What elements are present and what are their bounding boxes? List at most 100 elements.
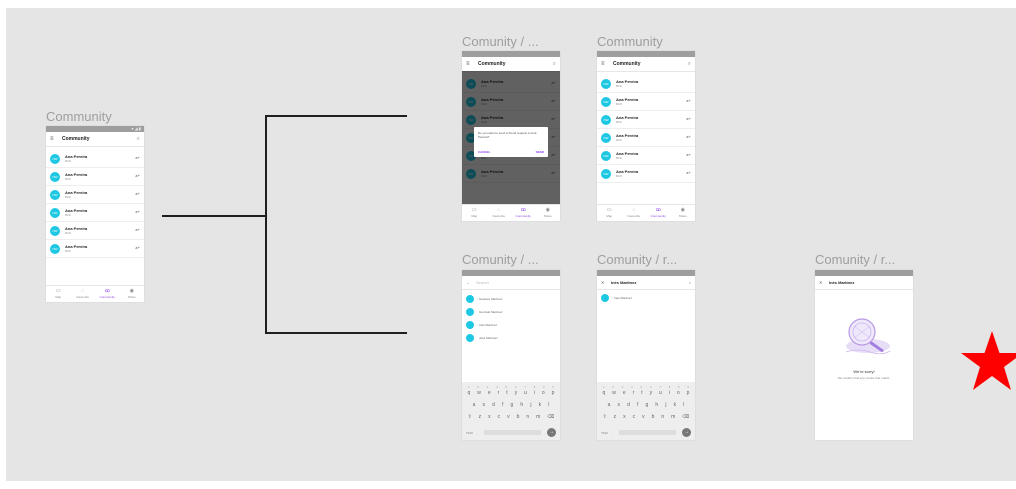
add-friend-icon[interactable]: ᵃ⁺ (687, 135, 692, 141)
key[interactable]: 0 (687, 385, 689, 389)
key[interactable]: i (669, 390, 670, 396)
key[interactable]: o (542, 390, 545, 396)
cancel-button[interactable]: CANCEL (478, 150, 491, 154)
key[interactable]: g (511, 402, 514, 408)
frame-community-list[interactable]: ▾ ◢ ▮ ≡ Community ⌕ NW Ana Pereira Birth ᵃ⁺… (46, 126, 144, 302)
key[interactable]: 4 (631, 385, 633, 389)
nav-item-favourite[interactable]: ◌ Favourite (487, 205, 512, 221)
frame-title[interactable]: Community (597, 34, 663, 49)
key[interactable]: q (467, 390, 470, 396)
key[interactable]: p (552, 390, 555, 396)
back-arrow-icon[interactable]: ← (466, 280, 476, 285)
keyboard[interactable]: 1 2 3 4 5 6 7 8 9 0 q w e rt yu i o p as d f gh j kl ⇧ z x c v b n m… (462, 382, 560, 440)
key[interactable]: 5 (505, 385, 507, 389)
nav-item-community[interactable]: ꝏ Community (646, 205, 671, 221)
comma-key[interactable]: , (477, 431, 478, 435)
search-icon[interactable]: ⌕ (688, 61, 691, 68)
frame-no-results[interactable]: ✕ Inés Martinez We're sorry! We couldn't… (815, 270, 913, 440)
frame-friend-request-dialog[interactable]: ≡ Community ⌕ NWAna PereiraBirthᵃ⁺ NWAna… (462, 51, 560, 221)
backspace-key[interactable]: ⌫ (547, 414, 554, 420)
key[interactable]: k (539, 402, 542, 408)
key[interactable]: 2 (612, 385, 614, 389)
search-icon[interactable]: ⌕ (689, 280, 691, 285)
key[interactable]: z (479, 414, 482, 420)
key[interactable]: 9 (678, 385, 680, 389)
search-bar[interactable]: ← Search (462, 276, 560, 290)
key[interactable]: w (612, 390, 616, 396)
key[interactable]: s (482, 402, 485, 408)
key[interactable]: 7 (524, 385, 526, 389)
key[interactable]: t (506, 390, 507, 396)
key[interactable]: e (623, 390, 626, 396)
key[interactable]: a (473, 402, 476, 408)
key[interactable]: j (665, 402, 666, 408)
search-bar[interactable]: ✕ Inés Martinez ⌕ (597, 276, 695, 290)
key[interactable]: 8 (534, 385, 536, 389)
enter-key[interactable]: → (682, 428, 691, 437)
key[interactable]: h (655, 402, 658, 408)
key[interactable]: x (623, 414, 626, 420)
enter-key[interactable]: → (547, 428, 556, 437)
frame-title[interactable]: Comunity / r... (597, 252, 677, 267)
key[interactable]: v (507, 414, 510, 420)
key[interactable]: 7 (659, 385, 661, 389)
nav-item-favourite[interactable]: ◌ Favourite (71, 286, 96, 302)
list-item[interactable]: Gonzalo Martinez (462, 305, 560, 318)
key[interactable]: 4 (496, 385, 498, 389)
add-friend-icon[interactable]: ᵃ⁺ (687, 153, 692, 159)
frame-title[interactable]: Comunity / r... (815, 252, 895, 267)
list-item[interactable]: José Martinez (462, 331, 560, 344)
nav-item-map[interactable]: ▭ Map (597, 205, 622, 221)
key[interactable]: r (633, 390, 635, 396)
key[interactable]: i (534, 390, 535, 396)
key[interactable]: 9 (543, 385, 545, 389)
add-friend-icon[interactable]: ᵃ⁺ (687, 171, 692, 177)
list-item[interactable]: Inés Martinez (462, 318, 560, 331)
key[interactable]: b (517, 414, 520, 420)
search-input[interactable]: Inés Martinez (829, 280, 909, 285)
frame-search-result[interactable]: ✕ Inés Martinez ⌕ Inés Martinez 1 2 3 4 5 6 7 8… (597, 270, 695, 440)
add-friend-icon[interactable]: ᵃ⁺ (136, 192, 141, 198)
nav-item-favourite[interactable]: ◌ Favourite (622, 205, 647, 221)
key[interactable]: 1 (603, 385, 605, 389)
list-item[interactable]: Gustavo Martinez (462, 292, 560, 305)
key[interactable]: y (650, 390, 653, 396)
frame-title[interactable]: Comunity / ... (462, 34, 539, 49)
backspace-key[interactable]: ⌫ (682, 414, 689, 420)
key[interactable]: t (641, 390, 642, 396)
key[interactable]: 6 (515, 385, 517, 389)
key[interactable]: n (661, 414, 664, 420)
space-key[interactable] (483, 430, 541, 435)
add-friend-icon[interactable]: ᵃ⁺ (136, 246, 141, 252)
list-item[interactable]: NWAna PereiraBirthᵃ⁺ (46, 222, 144, 240)
key[interactable]: 1 (468, 385, 470, 389)
nav-item-community[interactable]: ꝏ Community (95, 286, 120, 302)
space-key[interactable] (618, 430, 676, 435)
close-icon[interactable]: ✕ (601, 280, 611, 285)
key[interactable]: k (674, 402, 677, 408)
key[interactable]: d (627, 402, 630, 408)
add-friend-icon[interactable]: ᵃ⁺ (136, 174, 141, 180)
add-friend-icon[interactable]: ᵃ⁺ (136, 210, 141, 216)
key[interactable]: n (526, 414, 529, 420)
menu-icon[interactable]: ≡ (50, 136, 62, 142)
shift-key[interactable]: ⇧ (467, 414, 471, 420)
key[interactable]: p (687, 390, 690, 396)
add-friend-icon[interactable]: ᵃ⁺ (136, 156, 141, 162)
nav-item-share[interactable]: ◉ Share (120, 286, 145, 302)
key[interactable]: m (671, 414, 675, 420)
list-item[interactable]: NWAna PereiraBirthᵃ⁺ (46, 204, 144, 222)
key[interactable]: 5 (640, 385, 642, 389)
list-item[interactable]: NWAna PereiraBirthᵃ⁺ (46, 240, 144, 258)
key[interactable]: b (652, 414, 655, 420)
list-item[interactable]: NWAna PereiraBirthᵃ⁺ (46, 168, 144, 186)
symbols-key[interactable]: ?123 (466, 431, 473, 435)
keyboard[interactable]: 1 2 3 4 5 6 7 8 9 0 q w e rt yu i o p as d f gh j kl ⇧ z x c v b n m… (597, 382, 695, 440)
key[interactable]: f (502, 402, 503, 408)
search-input[interactable]: Search (476, 280, 489, 285)
list-item[interactable]: NWAna PereiraBirthᵃ⁺ (597, 147, 695, 165)
list-item[interactable]: Inés Martinez (597, 291, 695, 304)
nav-item-community[interactable]: ꝏ Community (511, 205, 536, 221)
key[interactable]: f (637, 402, 638, 408)
key[interactable]: r (498, 390, 500, 396)
